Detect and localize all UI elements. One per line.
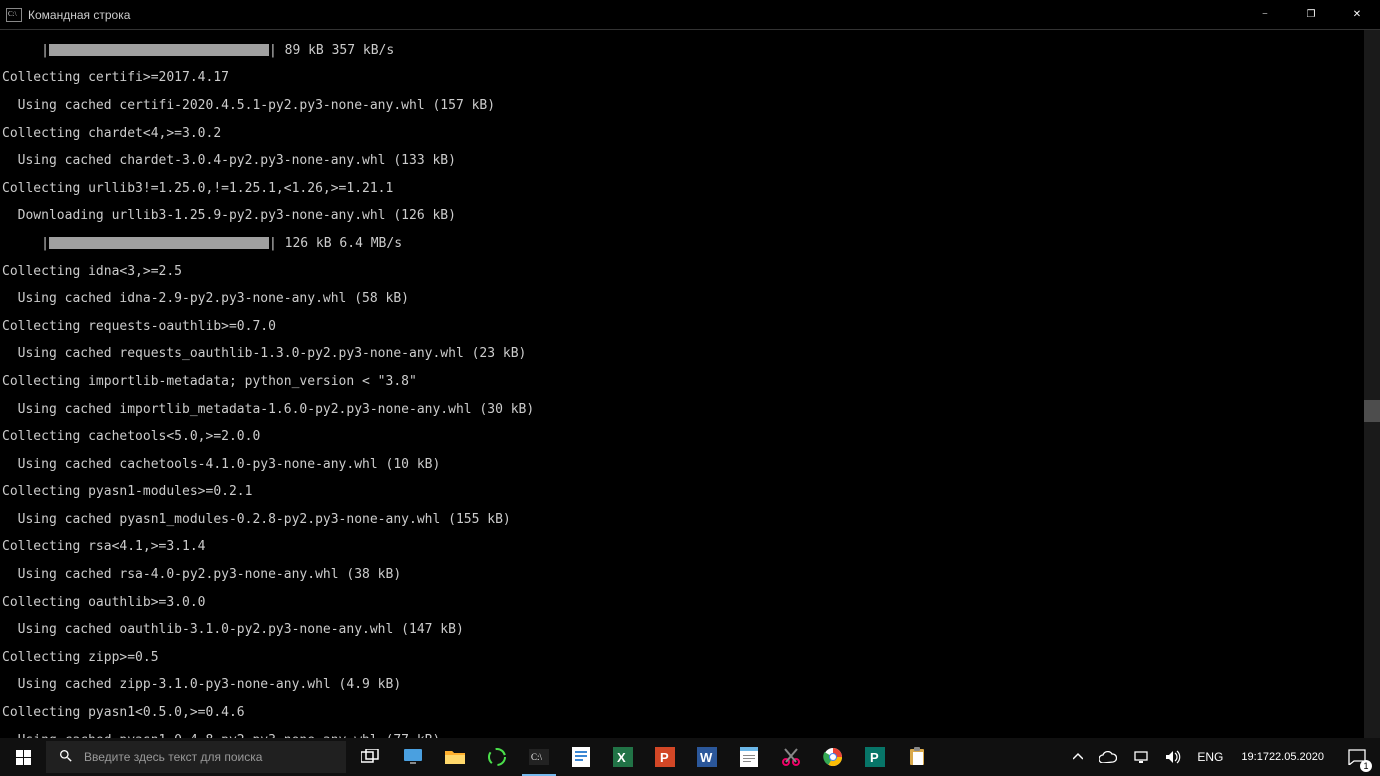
word-icon: W xyxy=(695,745,719,769)
tray-network-icon[interactable] xyxy=(1129,738,1153,776)
scrollbar-thumb[interactable] xyxy=(1364,400,1380,422)
notepad-icon xyxy=(737,745,761,769)
monitor-icon xyxy=(401,745,425,769)
terminal-line: Collecting chardet<4,>=3.0.2 xyxy=(2,127,1378,141)
terminal-line: Collecting certifi>=2017.4.17 xyxy=(2,71,1378,85)
terminal-line: Downloading urllib3-1.25.9-py2.py3-none-… xyxy=(2,209,1378,223)
taskbar-app-word[interactable]: W xyxy=(686,738,728,776)
terminal-line: Collecting cachetools<5.0,>=2.0.0 xyxy=(2,430,1378,444)
terminal-line: Collecting urllib3!=1.25.0,!=1.25.1,<1.2… xyxy=(2,182,1378,196)
terminal-line: Collecting pyasn1<0.5.0,>=0.4.6 xyxy=(2,706,1378,720)
terminal-line: Using cached requests_oauthlib-1.3.0-py2… xyxy=(2,347,1378,361)
terminal-line: Collecting requests-oauthlib>=0.7.0 xyxy=(2,320,1378,334)
taskbar-app-legacy[interactable] xyxy=(392,738,434,776)
taskbar-app-notepad[interactable] xyxy=(728,738,770,776)
window-titlebar: Командная строка − ❐ ✕ xyxy=(0,0,1380,30)
progress-speed-2: 126 kB 6.4 MB/s xyxy=(285,236,402,251)
terminal-line: Using cached certifi-2020.4.5.1-py2.py3-… xyxy=(2,99,1378,113)
terminal-line: Collecting idna<3,>=2.5 xyxy=(2,265,1378,279)
publisher-icon: P xyxy=(863,745,887,769)
doc-icon xyxy=(569,745,593,769)
svg-text:P: P xyxy=(870,750,879,765)
tray-notifications-button[interactable]: 1 xyxy=(1338,738,1376,776)
svg-text:C:\: C:\ xyxy=(531,752,543,762)
taskbar-app-snip[interactable] xyxy=(770,738,812,776)
system-tray: ENG 19:17 22.05.2020 1 xyxy=(1069,738,1380,776)
clock-date: 22.05.2020 xyxy=(1269,750,1324,764)
terminal-line: Using cached pyasn1_modules-0.2.8-py2.py… xyxy=(2,513,1378,527)
folder-icon xyxy=(443,745,467,769)
taskbar-app-excel[interactable]: X xyxy=(602,738,644,776)
chrome-icon xyxy=(821,745,845,769)
tray-overflow-button[interactable] xyxy=(1069,738,1087,776)
search-icon xyxy=(58,748,74,767)
terminal-line: Using cached rsa-4.0-py2.py3-none-any.wh… xyxy=(2,568,1378,582)
taskbar-app-powerpoint[interactable]: P xyxy=(644,738,686,776)
powerpoint-icon: P xyxy=(653,745,677,769)
tray-language[interactable]: ENG xyxy=(1193,738,1227,776)
terminal-line: Using cached cachetools-4.1.0-py3-none-a… xyxy=(2,458,1378,472)
minimize-button[interactable]: − xyxy=(1242,0,1288,30)
terminal-line: Collecting pyasn1-modules>=0.2.1 xyxy=(2,485,1378,499)
terminal-line: Using cached chardet-3.0.4-py2.py3-none-… xyxy=(2,154,1378,168)
windows-logo-icon xyxy=(16,750,31,765)
taskbar-app-publisher[interactable]: P xyxy=(854,738,896,776)
search-input[interactable]: Введите здесь текст для поиска xyxy=(46,741,346,773)
terminal-line: Collecting rsa<4.1,>=3.1.4 xyxy=(2,540,1378,554)
taskbar: Введите здесь текст для поиска C:\ X P W… xyxy=(0,738,1380,776)
excel-icon: X xyxy=(611,745,635,769)
tray-clock[interactable]: 19:17 22.05.2020 xyxy=(1235,738,1330,776)
taskbar-app-paste[interactable] xyxy=(896,738,938,776)
svg-text:W: W xyxy=(700,750,713,765)
terminal-line: Using cached zipp-3.1.0-py3-none-any.whl… xyxy=(2,678,1378,692)
close-button[interactable]: ✕ xyxy=(1334,0,1380,30)
tray-volume-icon[interactable] xyxy=(1161,738,1185,776)
taskbar-app-chrome[interactable] xyxy=(812,738,854,776)
search-placeholder: Введите здесь текст для поиска xyxy=(84,750,262,764)
terminal-line: Using cached idna-2.9-py2.py3-none-any.w… xyxy=(2,292,1378,306)
terminal-output[interactable]: || 89 kB 357 kB/s Collecting certifi>=20… xyxy=(0,30,1380,738)
window-controls: − ❐ ✕ xyxy=(1242,0,1380,30)
scissors-icon xyxy=(779,745,803,769)
progress-speed-1: 89 kB 357 kB/s xyxy=(285,43,395,58)
svg-text:X: X xyxy=(617,750,626,765)
task-view-icon xyxy=(359,745,383,769)
clipboard-icon xyxy=(905,745,929,769)
terminal-line: Collecting oauthlib>=3.0.0 xyxy=(2,596,1378,610)
terminal-line: Using cached oauthlib-3.1.0-py2.py3-none… xyxy=(2,623,1378,637)
taskbar-app-explorer[interactable] xyxy=(434,738,476,776)
window-title: Командная строка xyxy=(28,8,130,22)
task-view-button[interactable] xyxy=(350,738,392,776)
cmd-taskbar-icon: C:\ xyxy=(527,745,551,769)
cmd-icon xyxy=(6,8,22,22)
terminal-line: Using cached importlib_metadata-1.6.0-py… xyxy=(2,403,1378,417)
taskbar-app-wordpad[interactable] xyxy=(560,738,602,776)
terminal-line: Collecting importlib-metadata; python_ve… xyxy=(2,375,1378,389)
loading-icon xyxy=(485,745,509,769)
svg-text:P: P xyxy=(660,750,669,765)
start-button[interactable] xyxy=(0,738,46,776)
taskbar-app-spinner[interactable] xyxy=(476,738,518,776)
scrollbar[interactable] xyxy=(1364,30,1380,738)
notification-badge: 1 xyxy=(1360,760,1372,772)
maximize-button[interactable]: ❐ xyxy=(1288,0,1334,30)
tray-onedrive-icon[interactable] xyxy=(1095,738,1121,776)
taskbar-app-cmd[interactable]: C:\ xyxy=(518,738,560,776)
terminal-line: Collecting zipp>=0.5 xyxy=(2,651,1378,665)
clock-time: 19:17 xyxy=(1241,750,1269,764)
